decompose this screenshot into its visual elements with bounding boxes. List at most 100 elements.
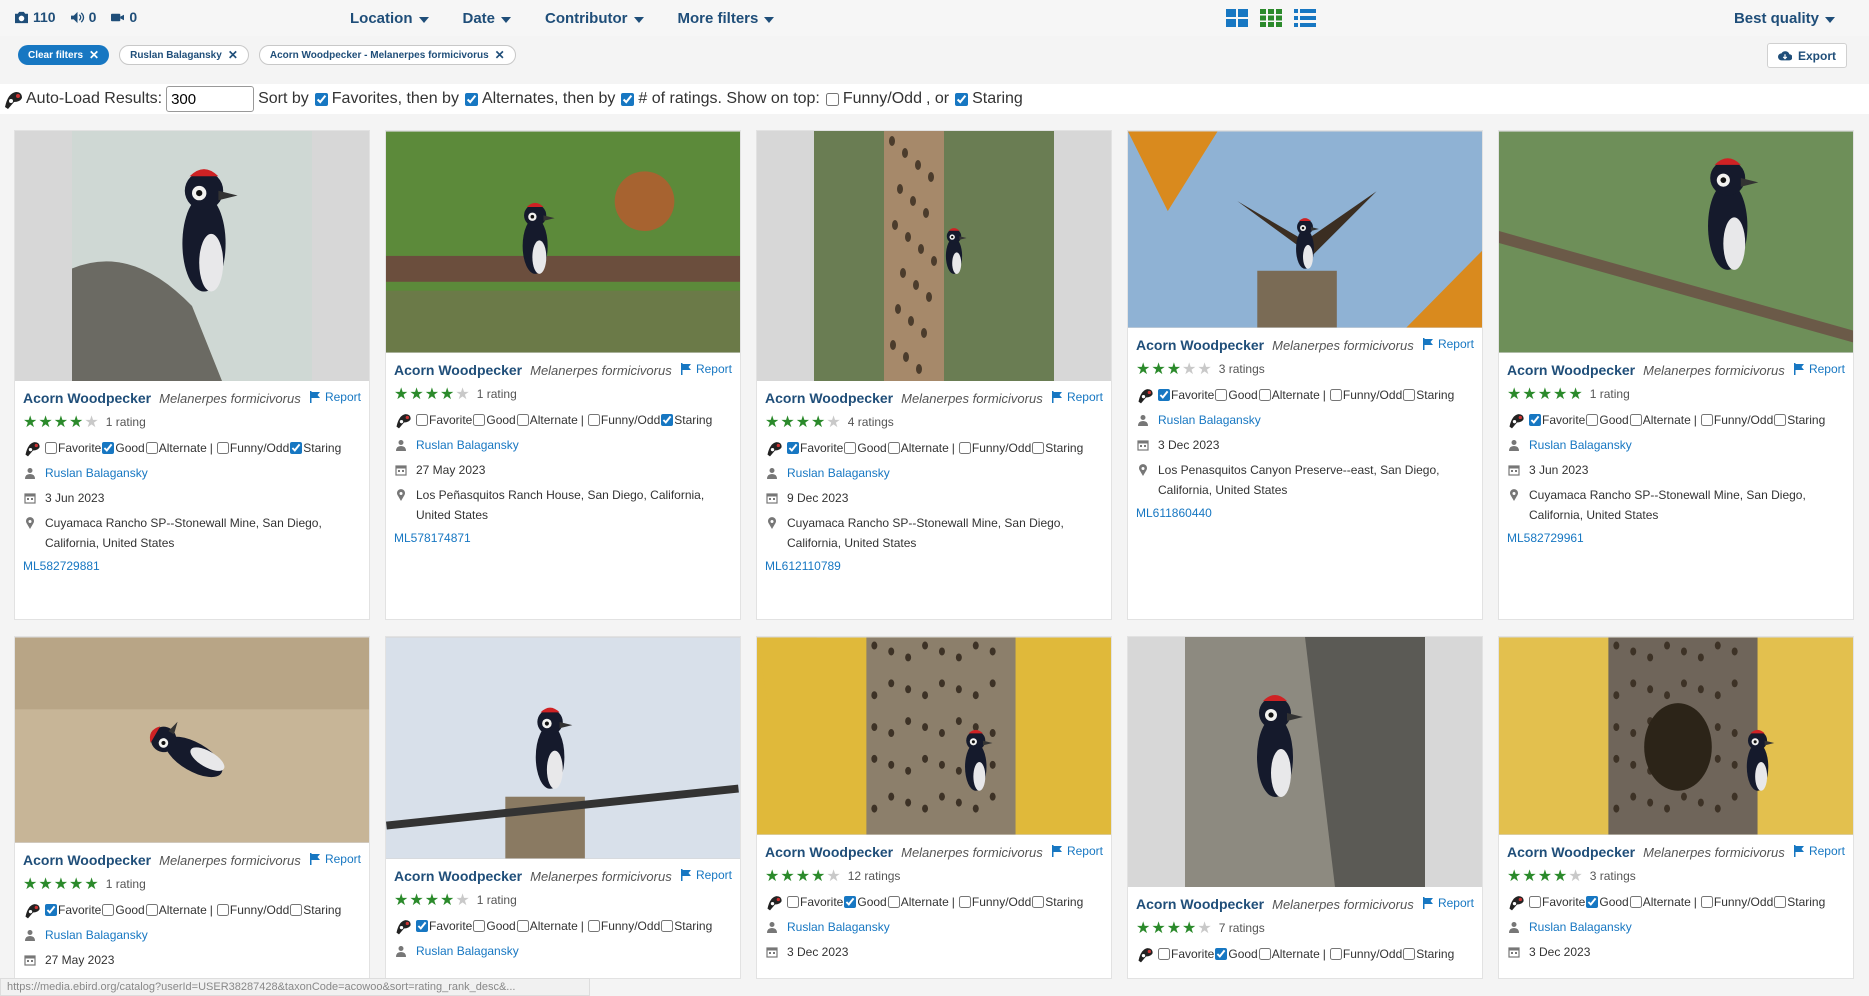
bird-photo[interactable] xyxy=(814,131,1054,381)
favorite-checkbox[interactable] xyxy=(1529,414,1541,426)
photo-container[interactable] xyxy=(1128,637,1482,887)
funny-checkbox[interactable] xyxy=(587,414,600,426)
staring-checkbox[interactable] xyxy=(290,442,303,454)
favorite-checkbox[interactable] xyxy=(416,920,428,932)
staring-checkbox[interactable] xyxy=(290,904,303,916)
bird-photo[interactable] xyxy=(1499,131,1853,353)
favorite-checkbox[interactable] xyxy=(1158,389,1170,401)
photo-container[interactable] xyxy=(1499,637,1853,835)
contributor-link[interactable]: Ruslan Balagansky xyxy=(416,435,519,455)
bird-photo[interactable] xyxy=(386,131,740,353)
star-rating[interactable]: ★★★★★ xyxy=(765,412,842,432)
photo-container[interactable] xyxy=(15,131,369,381)
good-checkbox[interactable] xyxy=(844,442,857,454)
small-grid-view-icon[interactable] xyxy=(1260,9,1282,27)
funny-checkbox[interactable] xyxy=(1329,948,1342,960)
species-common-name-link[interactable]: Acorn Woodpecker xyxy=(394,868,522,884)
good-checkbox[interactable] xyxy=(1586,896,1599,908)
staring-checkbox[interactable] xyxy=(661,414,674,426)
contributor-link[interactable]: Ruslan Balagansky xyxy=(1158,410,1261,430)
good-checkbox[interactable] xyxy=(1215,948,1228,960)
funny-checkbox[interactable] xyxy=(958,442,971,454)
funny-checkbox[interactable] xyxy=(1700,414,1713,426)
contributor-link[interactable]: Ruslan Balagansky xyxy=(416,941,519,961)
funny-checkbox[interactable] xyxy=(1329,389,1342,401)
alternate-checkbox[interactable] xyxy=(145,904,158,916)
photo-container[interactable] xyxy=(757,637,1111,835)
report-link[interactable]: Report xyxy=(1051,390,1103,404)
favorites-sort-checkbox[interactable] xyxy=(314,92,328,106)
audio-count[interactable]: 0 xyxy=(70,9,96,25)
star-rating[interactable]: ★★★★★ xyxy=(394,890,471,910)
contributor-link[interactable]: Ruslan Balagansky xyxy=(45,925,148,945)
alternate-checkbox[interactable] xyxy=(887,896,900,908)
bird-photo[interactable] xyxy=(15,637,369,843)
photo-container[interactable] xyxy=(1499,131,1853,353)
more-filters-menu[interactable]: More filters xyxy=(678,10,775,27)
bird-extension-icon[interactable] xyxy=(2,87,26,111)
autoload-input[interactable] xyxy=(166,86,255,112)
report-link[interactable]: Report xyxy=(1793,844,1845,858)
good-checkbox[interactable] xyxy=(1215,389,1228,401)
funny-checkbox[interactable] xyxy=(216,442,229,454)
good-checkbox[interactable] xyxy=(102,442,115,454)
contributor-link[interactable]: Ruslan Balagansky xyxy=(1529,917,1632,937)
favorite-checkbox[interactable] xyxy=(787,896,799,908)
funny-top-checkbox[interactable] xyxy=(825,92,839,106)
alternate-checkbox[interactable] xyxy=(1629,414,1642,426)
video-count[interactable]: 0 xyxy=(110,9,137,25)
star-rating[interactable]: ★★★★★ xyxy=(1507,866,1584,886)
staring-top-checkbox[interactable] xyxy=(955,92,969,106)
bird-photo[interactable] xyxy=(1128,131,1482,328)
report-link[interactable]: Report xyxy=(1422,896,1474,910)
photo-container[interactable] xyxy=(386,637,740,859)
bird-photo[interactable] xyxy=(1499,637,1853,835)
funny-checkbox[interactable] xyxy=(1700,896,1713,908)
star-rating[interactable]: ★★★★★ xyxy=(23,874,100,894)
alternate-checkbox[interactable] xyxy=(145,442,158,454)
contributor-link[interactable]: Ruslan Balagansky xyxy=(45,463,148,483)
species-common-name-link[interactable]: Acorn Woodpecker xyxy=(1136,337,1264,353)
asset-id-link[interactable]: ML582729961 xyxy=(1507,531,1845,545)
contributor-link[interactable]: Ruslan Balagansky xyxy=(787,917,890,937)
species-common-name-link[interactable]: Acorn Woodpecker xyxy=(765,844,893,860)
funny-checkbox[interactable] xyxy=(587,920,600,932)
bird-photo[interactable] xyxy=(386,637,740,859)
bird-photo[interactable] xyxy=(1185,637,1425,887)
report-link[interactable]: Report xyxy=(1793,362,1845,376)
funny-checkbox[interactable] xyxy=(958,896,971,908)
report-link[interactable]: Report xyxy=(1051,844,1103,858)
asset-id-link[interactable]: ML582729881 xyxy=(23,559,361,573)
good-checkbox[interactable] xyxy=(473,920,486,932)
contributor-link[interactable]: Ruslan Balagansky xyxy=(787,463,890,483)
location-menu[interactable]: Location xyxy=(350,10,429,27)
species-common-name-link[interactable]: Acorn Woodpecker xyxy=(1136,896,1264,912)
alternate-checkbox[interactable] xyxy=(887,442,900,454)
alternate-checkbox[interactable] xyxy=(1258,948,1271,960)
alternate-checkbox[interactable] xyxy=(1629,896,1642,908)
contributor-filter-chip[interactable]: Ruslan Balagansky ✕ xyxy=(119,45,249,65)
star-rating[interactable]: ★★★★★ xyxy=(1136,918,1213,938)
species-common-name-link[interactable]: Acorn Woodpecker xyxy=(1507,362,1635,378)
alternate-checkbox[interactable] xyxy=(1258,389,1271,401)
photo-count[interactable]: 110 xyxy=(14,9,56,25)
large-grid-view-icon[interactable] xyxy=(1226,9,1248,27)
favorite-checkbox[interactable] xyxy=(416,414,428,426)
report-link[interactable]: Report xyxy=(309,390,361,404)
favorite-checkbox[interactable] xyxy=(1529,896,1541,908)
asset-id-link[interactable]: ML578174871 xyxy=(394,531,732,545)
photo-container[interactable] xyxy=(1128,131,1482,328)
species-common-name-link[interactable]: Acorn Woodpecker xyxy=(1507,844,1635,860)
sort-quality-menu[interactable]: Best quality xyxy=(1734,10,1835,27)
asset-id-link[interactable]: ML612110789 xyxy=(765,559,1103,573)
alternate-checkbox[interactable] xyxy=(516,920,529,932)
staring-checkbox[interactable] xyxy=(661,920,674,932)
star-rating[interactable]: ★★★★★ xyxy=(1136,359,1213,379)
favorite-checkbox[interactable] xyxy=(1158,948,1170,960)
species-common-name-link[interactable]: Acorn Woodpecker xyxy=(394,362,522,378)
staring-checkbox[interactable] xyxy=(1403,389,1416,401)
species-common-name-link[interactable]: Acorn Woodpecker xyxy=(23,852,151,868)
species-filter-chip[interactable]: Acorn Woodpecker - Melanerpes formicivor… xyxy=(258,45,516,65)
report-link[interactable]: Report xyxy=(309,852,361,866)
species-common-name-link[interactable]: Acorn Woodpecker xyxy=(23,390,151,406)
